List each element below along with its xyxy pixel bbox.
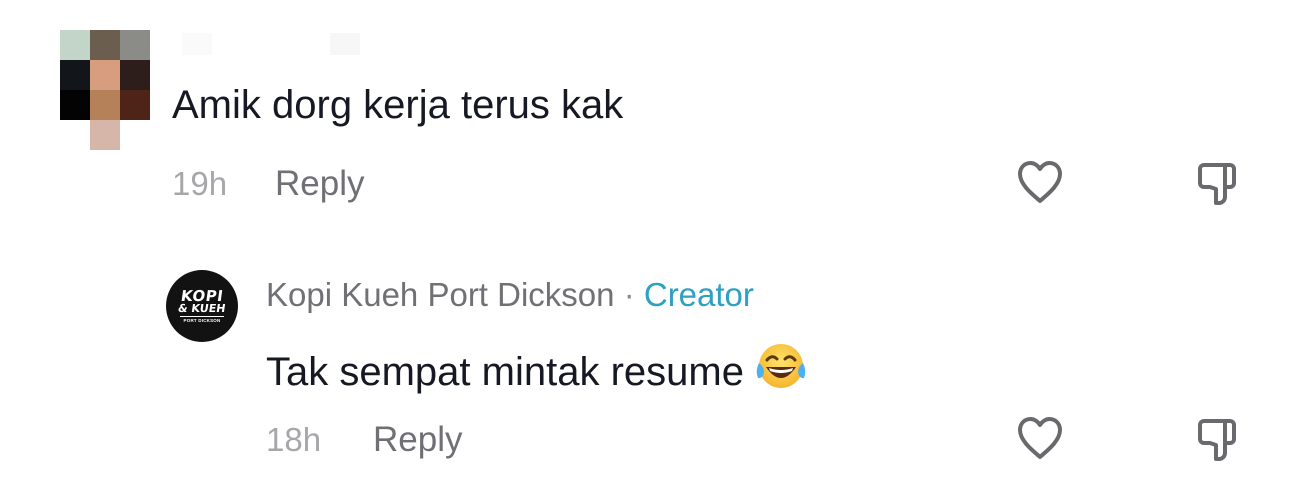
like-button[interactable] — [1016, 158, 1064, 206]
author-separator: · — [623, 276, 635, 313]
blurred-username-fragment — [330, 33, 360, 55]
reply-author-name[interactable]: Kopi Kueh Port Dickson — [266, 276, 615, 313]
reply-timestamp: 18h — [266, 421, 322, 458]
heart-icon — [1018, 417, 1062, 459]
reply-button[interactable]: Reply — [373, 422, 462, 457]
comment-timestamp: 19h — [172, 165, 228, 202]
dislike-icon — [1198, 163, 1236, 205]
heart-icon — [1018, 161, 1062, 203]
dislike-button[interactable] — [1196, 160, 1244, 208]
face-with-tears-of-joy-icon — [754, 341, 808, 398]
creator-avatar[interactable]: KOPI & KUEH PORT DICKSON — [166, 270, 238, 342]
commenter-avatar-pixelated[interactable] — [60, 30, 150, 150]
avatar-logo-line1: KOPI — [179, 287, 225, 305]
dislike-icon — [1198, 419, 1236, 461]
avatar-logo-divider — [180, 316, 224, 317]
dislike-button[interactable] — [1196, 416, 1244, 464]
blurred-username-fragment — [182, 33, 212, 55]
reply-text: Tak sempat mintak resume — [266, 350, 744, 394]
reply-button[interactable]: Reply — [275, 166, 364, 201]
reply-comment: Tak sempat mintak resume — [266, 341, 808, 398]
creator-badge: Creator — [643, 276, 754, 313]
like-button[interactable] — [1016, 414, 1064, 462]
reply-author-row: Kopi Kueh Port Dickson · Creator — [266, 278, 754, 311]
comment-text: Amik dorg kerja terus kak — [172, 83, 624, 127]
avatar-logo-line2: & KUEH — [177, 302, 227, 315]
avatar-logo-line3: PORT DICKSON — [183, 318, 221, 323]
